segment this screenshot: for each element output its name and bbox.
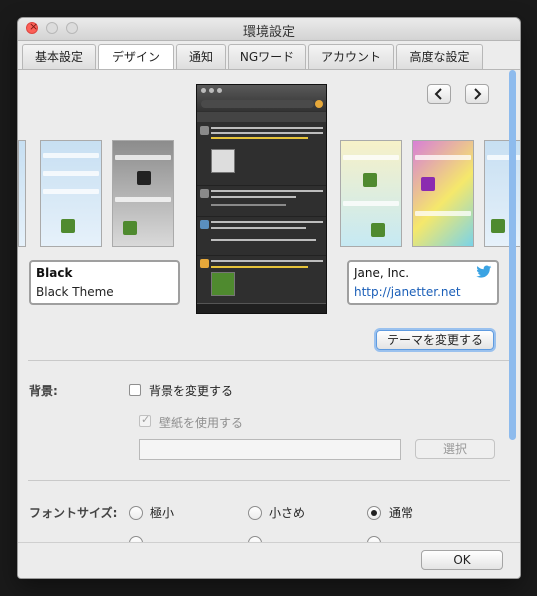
tab-notifications[interactable]: 通知 xyxy=(176,44,226,69)
font-size-extra-small-label[interactable]: 極小 xyxy=(150,504,174,521)
tab-ng-words[interactable]: NGワード xyxy=(228,44,306,69)
font-size-normal-label[interactable]: 通常 xyxy=(389,504,413,521)
preview-tweet xyxy=(197,256,326,305)
preview-tweet xyxy=(197,186,326,217)
dialog-footer: OK xyxy=(18,542,520,578)
theme-thumbnail[interactable] xyxy=(112,140,174,247)
theme-author-card: Jane, Inc. http://janetter.net xyxy=(347,260,499,305)
theme-thumbnail[interactable] xyxy=(412,140,474,247)
use-wallpaper-checkbox[interactable] xyxy=(139,413,151,427)
theme-author: Jane, Inc. xyxy=(354,266,410,280)
theme-thumbnail[interactable] xyxy=(18,140,26,247)
theme-thumbnail[interactable] xyxy=(340,140,402,247)
preview-tweet xyxy=(197,217,326,256)
background-path-field[interactable] xyxy=(139,439,401,460)
use-wallpaper-label[interactable]: 壁紙を使用する xyxy=(159,414,243,431)
vertical-scrollbar[interactable] xyxy=(509,70,516,440)
theme-description: Black Theme xyxy=(36,285,114,299)
tab-design[interactable]: デザイン xyxy=(98,44,174,70)
tab-basic-settings[interactable]: 基本設定 xyxy=(22,44,96,69)
selected-theme-card: Black Black Theme xyxy=(29,260,180,305)
change-background-checkbox[interactable] xyxy=(129,384,141,396)
select-background-button[interactable]: 選択 xyxy=(415,439,495,459)
chevron-left-icon xyxy=(434,88,442,100)
background-section-label: 背景: xyxy=(29,384,58,398)
font-size-small-radio[interactable] xyxy=(248,506,262,520)
preview-tweet xyxy=(197,123,326,186)
change-theme-button[interactable]: テーマを変更する xyxy=(376,330,494,350)
ok-button[interactable]: OK xyxy=(421,550,503,570)
divider xyxy=(28,480,510,481)
font-size-small-label[interactable]: 小さめ xyxy=(269,504,305,521)
theme-thumbnail[interactable] xyxy=(40,140,102,247)
divider xyxy=(28,360,510,361)
twitter-bird-icon[interactable] xyxy=(476,265,492,279)
font-size-extra-small-radio[interactable] xyxy=(129,506,143,520)
theme-name: Black xyxy=(36,266,73,280)
tab-accounts[interactable]: アカウント xyxy=(308,44,394,69)
window-title: 環境設定 xyxy=(242,25,295,40)
font-size-section-label: フォントサイズ: xyxy=(29,506,118,520)
tab-advanced-settings[interactable]: 高度な設定 xyxy=(396,44,483,69)
theme-preview xyxy=(196,84,327,314)
theme-author-url[interactable]: http://janetter.net xyxy=(354,285,461,299)
preferences-window: 環境設定 基本設定 デザイン 通知 NGワード アカウント 高度な設定 xyxy=(18,18,520,578)
font-size-normal-radio[interactable] xyxy=(367,506,381,520)
tab-bar: 基本設定 デザイン 通知 NGワード アカウント 高度な設定 xyxy=(18,44,520,70)
title-bar: 環境設定 xyxy=(18,18,520,41)
previous-theme-button[interactable] xyxy=(427,84,451,104)
chevron-right-icon xyxy=(474,88,482,100)
next-theme-button[interactable] xyxy=(465,84,489,104)
change-background-label[interactable]: 背景を変更する xyxy=(149,382,233,399)
